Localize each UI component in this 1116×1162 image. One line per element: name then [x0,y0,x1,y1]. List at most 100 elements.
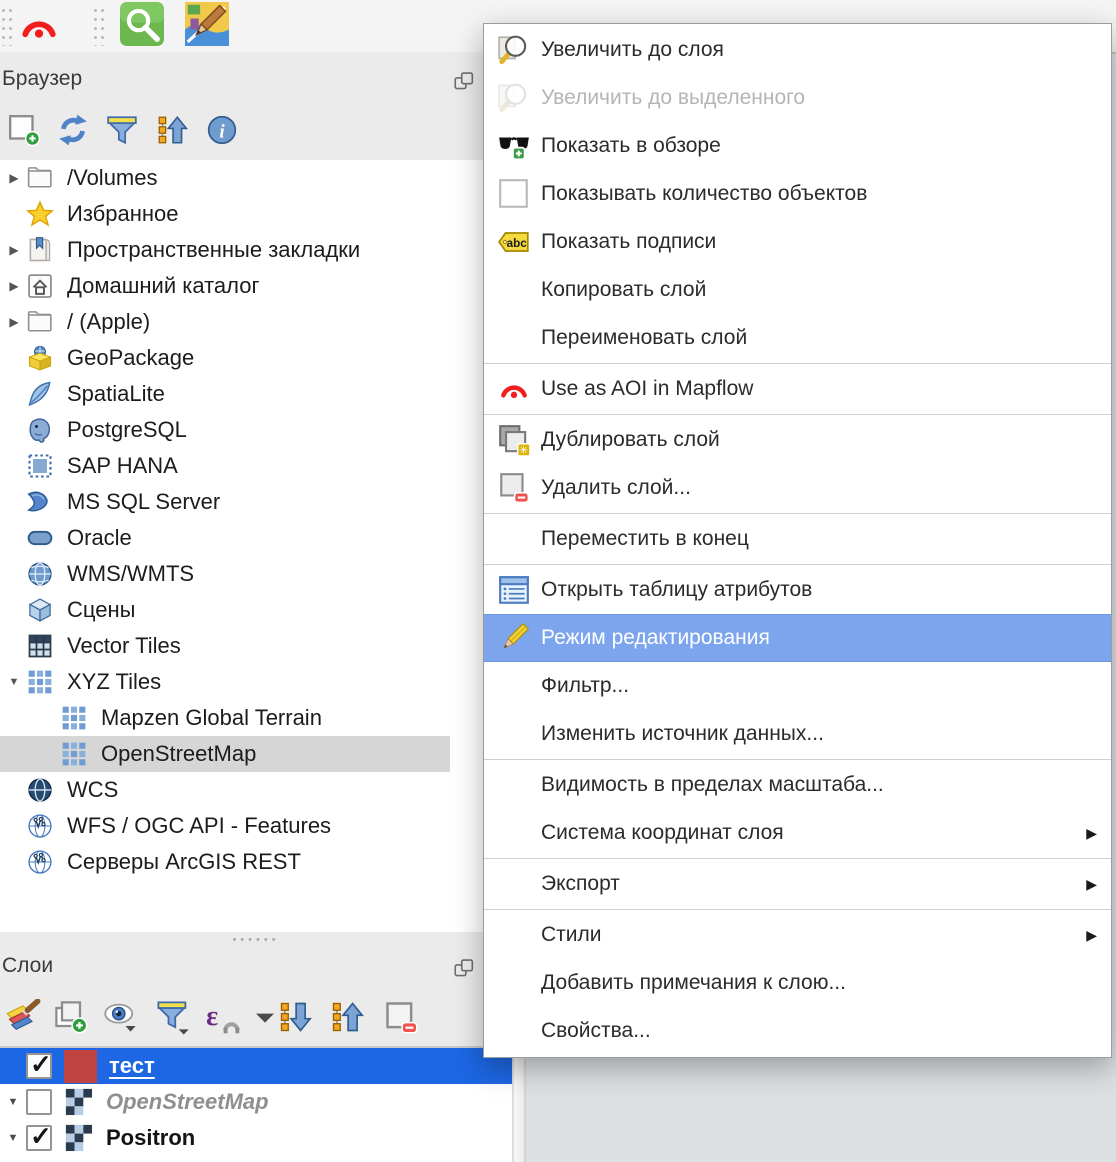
browser-item-ms-sql-server[interactable]: MS SQL Server [0,484,512,520]
mapflow-search-button[interactable] [119,1,165,47]
open-style-manager-button[interactable] [4,998,42,1036]
filter-legend-button[interactable] [154,998,192,1036]
browser-item-wfs-ogc-api-features[interactable]: WFS / OGC API - Features [0,808,512,844]
magnifier-green-icon [120,2,164,46]
menu-icon-spacer [497,522,531,556]
browser-item-сцены[interactable]: Сцены [0,592,512,628]
browser-item-openstreetmap[interactable]: OpenStreetMap [0,736,512,772]
menu-item-добавить-примечания-к-слою-[interactable]: Добавить примечания к слою... [484,959,1111,1007]
menu-item-label: Система координат слоя [541,821,1067,845]
layer-visibility-checkbox[interactable]: ✓ [26,1125,52,1151]
menu-item-увеличить-до-слоя[interactable]: Увеличить до слоя [484,26,1111,74]
mapflow-processing-button[interactable] [184,1,230,47]
menu-icon-spacer [497,1014,531,1048]
mssql-icon [26,488,54,516]
menu-item-фильтр-[interactable]: Фильтр... [484,662,1111,710]
menu-item-label: Свойства... [541,1019,1067,1043]
menu-item-копировать-слой[interactable]: Копировать слой [484,266,1111,314]
menu-item-показывать-количество-объектов[interactable]: Показывать количество объектов [484,170,1111,218]
menu-icon-spacer [497,717,531,751]
hana-icon [26,452,54,480]
toolbar-drag-handle[interactable] [0,6,12,46]
browser-item-sap-hana[interactable]: SAP HANA [0,448,512,484]
browser-item-wms-wmts[interactable]: WMS/WMTS [0,556,512,592]
expand-down-icon[interactable]: ▼ [0,1096,26,1108]
menu-separator [484,564,1111,565]
menu-item-изменить-источник-данных-[interactable]: Изменить источник данных... [484,710,1111,758]
expand-right-icon[interactable]: ▶ [0,315,26,329]
properties-info-button[interactable]: i [204,112,240,148]
add-layer-button[interactable] [6,112,42,148]
duplicate-layer-icon: ✳ [497,423,531,457]
browser-item-wcs[interactable]: WCS [0,772,512,808]
attr-table-icon [497,573,531,607]
menu-item-label: Use as AOI in Mapflow [541,377,1067,401]
layers-float-panel-button[interactable] [452,956,478,982]
menu-item-label: Переместить в конец [541,527,1067,551]
add-group-button[interactable] [52,998,90,1036]
browser-item-xyz-tiles[interactable]: ▼XYZ Tiles [0,664,512,700]
menu-item-экспорт[interactable]: Экспорт▶ [484,860,1111,908]
browser-item-серверы-arcgis-rest[interactable]: Серверы ArcGIS REST [0,844,512,880]
browser-item-label: OpenStreetMap [101,741,256,767]
expand-down-icon[interactable]: ▼ [0,1132,26,1144]
browser-item-избранное[interactable]: Избранное [0,196,512,232]
menu-item-переместить-в-конец[interactable]: Переместить в конец [484,515,1111,563]
menu-item-показать-в-обзоре[interactable]: Показать в обзоре [484,122,1111,170]
expand-right-icon[interactable]: ▶ [0,279,26,293]
layer-visibility-checkbox[interactable]: ✓ [26,1053,52,1079]
browser-item-spatialite[interactable]: SpatiaLite [0,376,512,412]
browser-panel-title: Браузер [2,67,82,91]
layers-tree: ✓тест▼OpenStreetMap▼✓Positron [0,1048,512,1162]
filter-browser-button[interactable] [104,112,140,148]
expand-all-layers-button[interactable] [276,998,314,1036]
menu-item-стили[interactable]: Стили▶ [484,911,1111,959]
menu-item-use-as-aoi-in-mapflow[interactable]: Use as AOI in Mapflow [484,365,1111,413]
collapse-all-icon [155,113,189,147]
browser-item-vector-tiles[interactable]: Vector Tiles [0,628,512,664]
layer-row-тест[interactable]: ✓тест [0,1048,512,1084]
filter-expression-button[interactable]: ε [204,998,242,1036]
browser-item-oracle[interactable]: Oracle [0,520,512,556]
panel-splitter-handle[interactable]: •••••• [0,935,512,947]
browser-item-postgresql[interactable]: PostgreSQL [0,412,512,448]
browser-item--volumes[interactable]: ▶/Volumes [0,160,512,196]
browser-item-mapzen-global-terrain[interactable]: Mapzen Global Terrain [0,700,512,736]
menu-item-открыть-таблицу-атрибутов[interactable]: Открыть таблицу атрибутов [484,566,1111,614]
expand-right-icon[interactable]: ▶ [0,171,26,185]
menu-item-дублировать-слой[interactable]: ✳Дублировать слой [484,416,1111,464]
toolbar-drag-handle[interactable] [92,6,104,46]
refresh-button[interactable] [55,112,91,148]
browser-float-panel-button[interactable] [452,69,478,95]
menu-item-видимость-в-пределах-масштаба-[interactable]: Видимость в пределах масштаба... [484,761,1111,809]
raster-layer-icon [64,1123,94,1153]
menu-item-удалить-слой-[interactable]: Удалить слой... [484,464,1111,512]
layer-row-openstreetmap[interactable]: ▼OpenStreetMap [0,1084,512,1120]
menu-item-свойства-[interactable]: Свойства... [484,1007,1111,1055]
layer-row-positron[interactable]: ▼✓Positron [0,1120,512,1156]
layer-color-swatch[interactable] [64,1050,97,1083]
browser-item-label: WFS / OGC API - Features [67,813,331,839]
menu-item-режим-редактирования[interactable]: Режим редактирования [484,614,1111,662]
browser-item-домашний-каталог[interactable]: ▶Домашний каталог [0,268,512,304]
menu-icon-spacer [497,321,531,355]
menu-item-система-координат-слоя[interactable]: Система координат слоя▶ [484,809,1111,857]
menu-item-показать-подписи[interactable]: abcПоказать подписи [484,218,1111,266]
globe-wcs-icon [26,776,54,804]
menu-separator [484,909,1111,910]
browser-item-пространственные-закладки[interactable]: ▶Пространственные закладки [0,232,512,268]
collapse-all-button[interactable] [154,112,190,148]
bookmark-icon [26,236,54,264]
layer-visibility-checkbox[interactable] [26,1089,52,1115]
collapse-all-icon [329,999,365,1035]
expand-right-icon[interactable]: ▶ [0,243,26,257]
remove-layer-button[interactable] [382,998,420,1036]
mapflow-plugin-button[interactable] [16,3,62,49]
browser-item-geopackage[interactable]: GeoPackage [0,340,512,376]
menu-icon-spacer [497,966,531,1000]
browser-item--apple-[interactable]: ▶/ (Apple) [0,304,512,340]
menu-item-переименовать-слой[interactable]: Переименовать слой [484,314,1111,362]
expand-down-icon[interactable]: ▼ [0,676,26,688]
collapse-all-layers-button[interactable] [328,998,366,1036]
manage-visibility-button[interactable] [102,998,140,1036]
